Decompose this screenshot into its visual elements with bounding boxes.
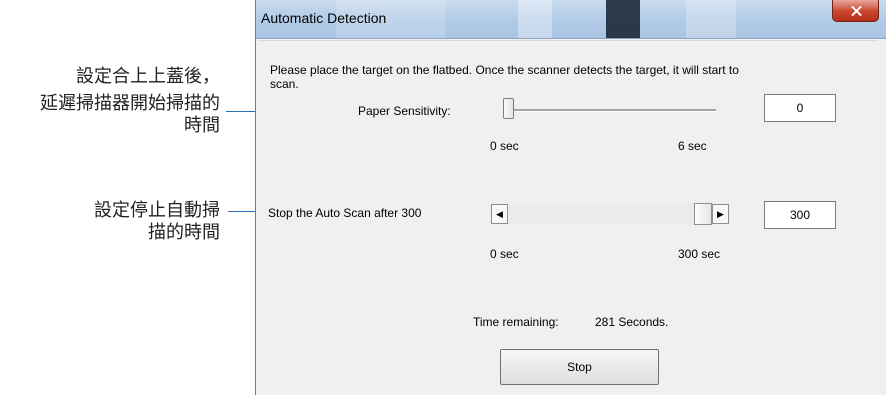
paper-sensitivity-slider-thumb[interactable] <box>503 98 514 119</box>
auto-scan-scroll-thumb[interactable] <box>694 203 712 225</box>
scroll-right-icon[interactable]: ▶ <box>712 204 729 224</box>
titlebar-glass-stripe <box>606 0 640 38</box>
titlebar-glass-stripe <box>686 0 736 38</box>
close-icon[interactable] <box>832 0 879 22</box>
window-title: Automatic Detection <box>261 10 387 26</box>
time-remaining-value: 281 Seconds. <box>595 315 669 329</box>
title-bar[interactable]: Automatic Detection <box>256 0 886 39</box>
titlebar-glass-stripe <box>518 0 552 38</box>
instruction-text-line1: Please place the target on the flatbed. … <box>270 63 739 77</box>
stop-after-callout-line1: 設定停止自動掃 <box>94 200 220 221</box>
paper-sensitivity-min-label: 0 sec <box>490 139 519 153</box>
scroll-left-icon[interactable]: ◀ <box>491 204 508 224</box>
auto-scan-min-label: 0 sec <box>490 247 519 261</box>
sensitivity-callout: 設定合上上蓋後， 延遲掃描器開始掃描的 時間 <box>40 66 220 137</box>
time-remaining-label: Time remaining: <box>473 315 559 329</box>
paper-sensitivity-value[interactable]: 0 <box>764 94 836 122</box>
paper-sensitivity-max-label: 6 sec <box>678 139 707 153</box>
dialog-content: Please place the target on the flatbed. … <box>258 40 878 395</box>
stop-after-callout-line2: 描的時間 <box>148 222 220 243</box>
sensitivity-callout-line3: 時間 <box>184 115 220 136</box>
auto-scan-label: Stop the Auto Scan after 300 <box>268 206 422 220</box>
automatic-detection-dialog: Automatic Detection Please place the tar… <box>255 0 886 395</box>
stop-after-callout: 設定停止自動掃 描的時間 <box>94 200 220 244</box>
stop-button[interactable]: Stop <box>500 349 659 385</box>
paper-sensitivity-track <box>503 109 716 112</box>
auto-scan-value[interactable]: 300 <box>764 201 836 229</box>
sensitivity-callout-line2: 延遲掃描器開始掃描的 <box>40 93 220 114</box>
sensitivity-callout-line1: 設定合上上蓋後， <box>76 66 220 87</box>
auto-scan-max-label: 300 sec <box>678 247 721 261</box>
paper-sensitivity-label: Paper Sensitivity: <box>358 104 451 118</box>
instruction-text-line2: scan. <box>270 77 299 91</box>
